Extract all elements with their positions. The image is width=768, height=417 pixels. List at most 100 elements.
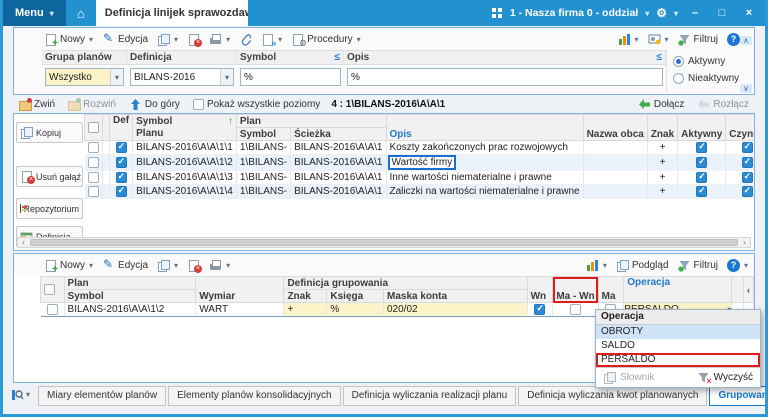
chart-button[interactable]: ▾: [584, 259, 609, 272]
symbol-input[interactable]: [241, 69, 340, 85]
tab-def-kwot-planowanych[interactable]: Definicja wyliczania kwot planowanych: [518, 386, 708, 406]
select-all-header[interactable]: [40, 276, 65, 303]
cell-symbol-planu[interactable]: BILANS-2016\A\A\1\2: [132, 154, 237, 171]
cell-symbol-planu[interactable]: BILANS-2016\A\A\1\1: [132, 140, 237, 155]
row-checkbox[interactable]: [87, 141, 99, 153]
chevron-down-icon[interactable]: ▾: [220, 69, 233, 85]
table-row[interactable]: BILANS-2016\A\A\1\3 1\BILANS- BILANS-201…: [84, 170, 754, 185]
def-checkbox[interactable]: [115, 171, 127, 183]
row-checkbox[interactable]: [87, 185, 99, 197]
kopiuj-button[interactable]: Kopiuj: [16, 122, 83, 143]
col-plan-symbol[interactable]: Symbol: [235, 127, 292, 141]
wyczysc-button[interactable]: Wyczyść: [695, 371, 755, 386]
cell-znak[interactable]: +: [647, 184, 679, 199]
edit-button[interactable]: Edycja: [100, 257, 150, 272]
slownik-button[interactable]: Słownik: [601, 371, 656, 384]
czynny-checkbox[interactable]: [741, 185, 753, 197]
horizontal-scrollbar[interactable]: ‹ ›: [17, 237, 751, 248]
cell-nazwa-obca[interactable]: [583, 154, 648, 171]
condition-lte-icon[interactable]: ≤: [335, 52, 341, 63]
col-wn[interactable]: Wn: [526, 276, 554, 303]
ma-wn-checkbox[interactable]: [570, 303, 581, 315]
chevron-down-icon[interactable]: ▾: [645, 9, 649, 18]
col-ksiega[interactable]: Księga: [326, 289, 384, 303]
cell-symbol[interactable]: BILANS-2016\A\A\1\2: [64, 302, 197, 317]
tab-miary-elementow[interactable]: Miary elementów planów: [38, 386, 167, 406]
cell-plan-symbol[interactable]: 1\BILANS-: [236, 184, 292, 199]
table-row[interactable]: BILANS-2016\A\A\1\1 1\BILANS- BILANS-201…: [84, 140, 754, 155]
scroll-left-arrow[interactable]: ‹: [18, 238, 29, 247]
definicja-combo[interactable]: BILANS-2016 ▾: [130, 68, 234, 86]
col-znak[interactable]: Znak: [646, 114, 679, 141]
settings-gear-icon[interactable]: ⚙: [656, 6, 667, 20]
home-button[interactable]: ⌂: [66, 0, 96, 26]
select-all-header[interactable]: [84, 114, 103, 141]
chart-button[interactable]: ▾: [616, 33, 641, 46]
filter-button[interactable]: Filtruj: [676, 259, 720, 272]
collapse-chevron-up[interactable]: ∧: [740, 36, 752, 45]
col-znak[interactable]: Znak: [283, 289, 328, 303]
cell-sciezka[interactable]: BILANS-2016\A\A\1: [290, 184, 387, 199]
window-tab[interactable]: Definicja linijek sprawozdawczych: [95, 0, 248, 26]
cell-znak[interactable]: +: [647, 170, 679, 185]
col-symbol[interactable]: Symbol: [63, 289, 197, 303]
expand-button[interactable]: Rozwiń: [66, 98, 118, 111]
cell-opis-focused[interactable]: Wartość firmy: [386, 154, 584, 171]
col-aktywny[interactable]: Aktywny: [677, 114, 727, 141]
cell-opis[interactable]: Koszty zakończonych prac rozwojowych: [386, 140, 584, 155]
show-all-levels-checkbox[interactable]: Pokaż wszystkie poziomy: [191, 99, 322, 110]
cell-znak[interactable]: +: [647, 154, 679, 171]
attach-button[interactable]: Dołącz: [636, 98, 687, 111]
col-maska-konta[interactable]: Maska konta: [382, 289, 528, 303]
menu-button[interactable]: Menu ▾: [3, 0, 66, 26]
cell-sciezka[interactable]: BILANS-2016\A\A\1: [290, 154, 387, 171]
go-up-button[interactable]: Do góry: [127, 98, 182, 111]
row-checkbox[interactable]: [87, 171, 99, 183]
collapse-chevron-down[interactable]: ∨: [740, 84, 752, 93]
cell-plan-symbol[interactable]: 1\BILANS-: [236, 140, 292, 155]
aktywny-checkbox[interactable]: [696, 171, 708, 183]
collapse-button[interactable]: Zwiń: [17, 98, 57, 111]
apps-grid-icon[interactable]: [491, 7, 503, 19]
table-row-selected[interactable]: BILANS-2016\A\A\1\2 1\BILANS- BILANS-201…: [84, 154, 754, 171]
col-ma[interactable]: Ma: [597, 276, 625, 303]
row-checkbox[interactable]: [87, 156, 99, 168]
cell-sciezka[interactable]: BILANS-2016\A\A\1: [290, 170, 387, 185]
aktywny-checkbox[interactable]: [696, 185, 708, 197]
detach-button[interactable]: Rozłącz: [695, 98, 751, 111]
cell-wymiar[interactable]: WART: [195, 302, 285, 317]
cell-plan-symbol[interactable]: 1\BILANS-: [236, 154, 292, 171]
col-sciezka[interactable]: Ścieżka: [290, 127, 387, 141]
maximize-button[interactable]: □: [712, 4, 732, 22]
col-operacja[interactable]: Operacja: [623, 276, 733, 303]
cell-znak[interactable]: +: [283, 302, 328, 317]
opis-input[interactable]: [348, 69, 662, 85]
tab-def-realizacji[interactable]: Definicja wyliczania realizacji planu: [342, 386, 517, 406]
tab-grupowanie-kont[interactable]: Grupowanie kont planów: [709, 386, 765, 406]
table-row[interactable]: BILANS-2016\A\A\1\4 1\BILANS- BILANS-201…: [84, 184, 754, 199]
col-czynny[interactable]: Czynny: [725, 114, 754, 141]
delete-button[interactable]: [185, 33, 203, 47]
print-button[interactable]: ▾: [207, 33, 232, 46]
chevron-down-icon[interactable]: ▾: [110, 69, 123, 85]
cell-symbol-planu[interactable]: BILANS-2016\A\A\1\3: [132, 170, 237, 185]
cell-plan-symbol[interactable]: 1\BILANS-: [236, 170, 292, 185]
company-selector[interactable]: 1 - Nasza firma 0 - oddział: [510, 7, 638, 19]
dropdown-item-obroty[interactable]: OBROTY: [596, 325, 760, 339]
collapse-columns-chevron[interactable]: ‹: [742, 276, 755, 303]
col-nazwa-obca[interactable]: Nazwa obca: [582, 114, 648, 141]
close-button[interactable]: ×: [739, 4, 759, 22]
czynny-checkbox[interactable]: [741, 156, 753, 168]
cell-symbol-planu[interactable]: BILANS-2016\A\A\1\4: [132, 184, 237, 199]
radio-aktywny[interactable]: Aktywny: [673, 56, 752, 67]
copy-button[interactable]: ▾: [155, 259, 180, 272]
preview-button[interactable]: Podgląd: [614, 259, 671, 272]
czynny-checkbox[interactable]: [741, 171, 753, 183]
attachment-button[interactable]: [237, 33, 254, 46]
minimize-button[interactable]: –: [685, 4, 705, 22]
lookup-button[interactable]: ▾: [11, 386, 30, 401]
col-wymiar[interactable]: Wymiar: [195, 276, 285, 303]
aktywny-checkbox[interactable]: [696, 141, 708, 153]
new-button[interactable]: Nowy▾: [42, 33, 95, 49]
view-settings-button[interactable]: ▾: [646, 33, 671, 46]
